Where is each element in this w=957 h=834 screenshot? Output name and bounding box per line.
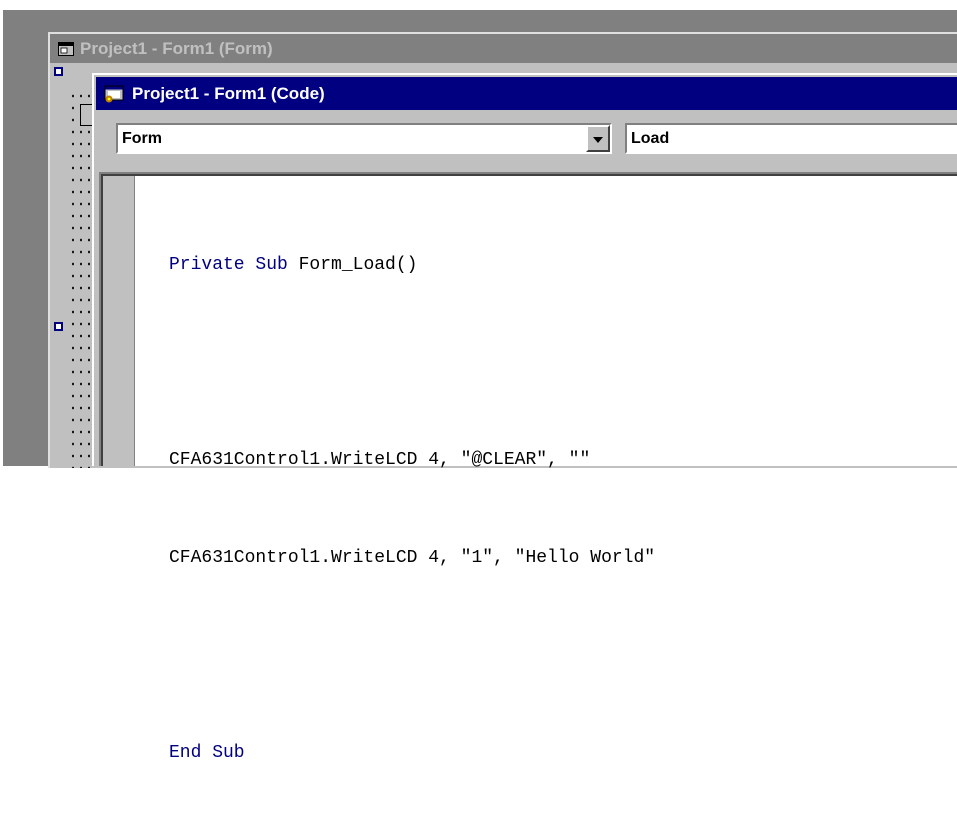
form-window-title: Project1 - Form1 (Form) bbox=[80, 38, 273, 58]
code-window-titlebar[interactable]: Project1 - Form1 (Code) bbox=[96, 77, 957, 110]
form-icon bbox=[58, 41, 74, 56]
code-editor[interactable]: Private Sub Form_Load() CFA631Control1.W… bbox=[99, 172, 957, 763]
procedure-dropdown-value: Load bbox=[631, 129, 670, 147]
keyword: End Sub bbox=[169, 742, 245, 763]
code-line[interactable] bbox=[169, 347, 957, 380]
breakpoint-margin[interactable] bbox=[103, 176, 135, 466]
code-window-icon bbox=[104, 85, 126, 103]
resize-handle-top-left[interactable] bbox=[54, 67, 63, 76]
code-line[interactable]: End Sub bbox=[169, 737, 957, 770]
keyword: Private Sub bbox=[169, 255, 288, 275]
code-text: Form_Load() bbox=[287, 255, 418, 275]
object-dropdown-value: Form bbox=[122, 129, 162, 147]
code-line[interactable]: Private Sub Form_Load() bbox=[169, 249, 957, 282]
code-window-title: Project1 - Form1 (Code) bbox=[132, 83, 325, 103]
object-dropdown[interactable]: Form bbox=[116, 123, 612, 154]
code-line[interactable]: CFA631Control1.WriteLCD 4, "@CLEAR", "" bbox=[169, 444, 957, 477]
procedure-dropdown[interactable]: Load bbox=[625, 123, 957, 154]
form-window-titlebar[interactable]: Project1 - Form1 (Form) bbox=[50, 34, 957, 63]
code-text: CFA631Control1.WriteLCD 4, "1", "Hello W… bbox=[169, 547, 656, 568]
code-window[interactable]: Project1 - Form1 (Code) Form Load Privat… bbox=[92, 73, 957, 763]
code-text-area[interactable]: Private Sub Form_Load() CFA631Control1.W… bbox=[169, 184, 957, 763]
code-text: CFA631Control1.WriteLCD 4, "@CLEAR", "" bbox=[169, 450, 591, 470]
code-line[interactable] bbox=[169, 639, 957, 672]
code-line[interactable]: CFA631Control1.WriteLCD 4, "1", "Hello W… bbox=[169, 542, 957, 575]
object-dropdown-button[interactable] bbox=[586, 125, 610, 152]
resize-handle-left-middle[interactable] bbox=[54, 322, 63, 331]
chevron-down-icon bbox=[593, 130, 603, 148]
